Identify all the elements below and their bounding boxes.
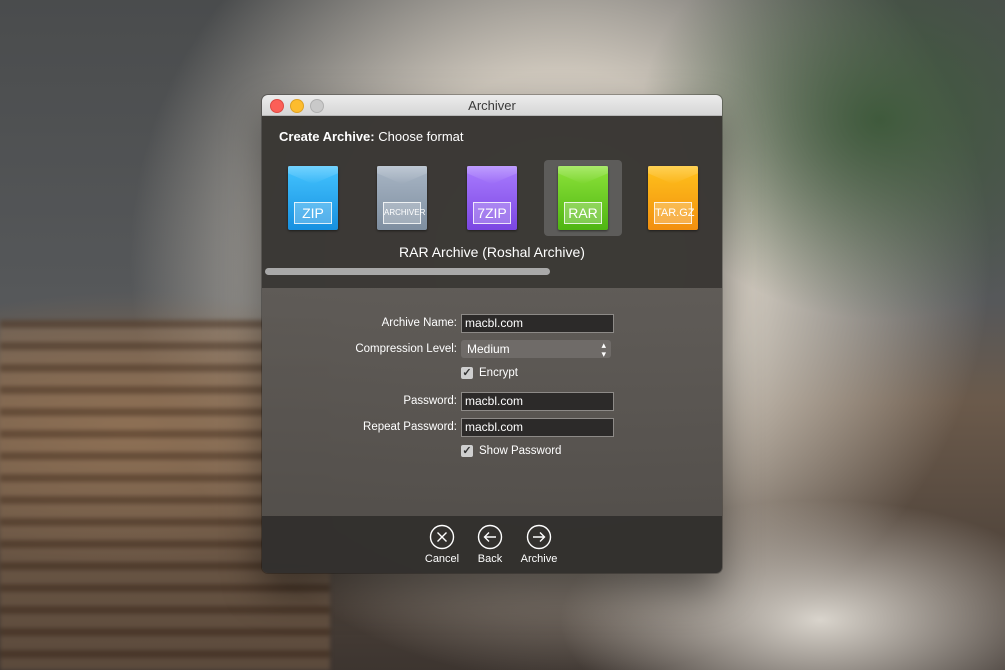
- format-label: ZIP: [294, 202, 332, 224]
- format-label: RAR: [564, 202, 602, 224]
- show-password-label[interactable]: Show Password: [479, 445, 561, 457]
- encrypt-checkbox[interactable]: ✓: [461, 367, 473, 379]
- format-rar[interactable]: RAR: [544, 160, 622, 236]
- action-bar: Cancel Back Archive: [262, 516, 722, 573]
- compression-label: Compression Level:: [355, 343, 457, 355]
- compression-select[interactable]: Medium ▴ ▾: [461, 340, 611, 359]
- compression-row: Compression Level: Medium ▴ ▾: [262, 340, 722, 360]
- cancel-label: Cancel: [424, 553, 460, 565]
- repeat-password-row: Repeat Password: macbl.com: [262, 418, 722, 438]
- format-label: ARCHIVER: [383, 202, 425, 224]
- rar-file-icon: RAR: [558, 166, 608, 230]
- format-list: ZIP ARCHIVER 7ZIP RAR TAR.GZ: [262, 158, 722, 238]
- password-field[interactable]: macbl.com: [461, 392, 614, 411]
- title-bar[interactable]: Archiver: [262, 95, 722, 116]
- window-title: Archiver: [468, 98, 516, 113]
- encrypt-label[interactable]: Encrypt: [479, 367, 518, 379]
- format-scrollbar[interactable]: [265, 268, 550, 275]
- heading-rest: Choose format: [374, 129, 464, 144]
- back-label: Back: [477, 553, 503, 565]
- format-panel: Create Archive: Choose format ZIP ARCHIV…: [262, 116, 722, 288]
- archive-options-form: Archive Name: macbl.com Compression Leve…: [262, 288, 722, 516]
- show-password-row: ✓ Show Password: [262, 444, 722, 464]
- format-archiver[interactable]: ARCHIVER: [363, 160, 441, 236]
- heading-bold: Create Archive:: [279, 129, 375, 144]
- format-targz[interactable]: TAR.GZ: [634, 160, 712, 236]
- password-row: Password: macbl.com: [262, 392, 722, 412]
- back-arrow-circle-icon: [477, 524, 503, 550]
- archive-label: Archive: [520, 553, 558, 565]
- cancel-circle-icon: [429, 524, 455, 550]
- compression-value: Medium: [467, 342, 510, 356]
- format-label: TAR.GZ: [654, 202, 695, 224]
- panel-heading: Create Archive: Choose format: [279, 129, 464, 144]
- format-label: 7ZIP: [473, 202, 511, 224]
- archiver-file-icon: ARCHIVER: [377, 166, 427, 230]
- format-zip[interactable]: ZIP: [274, 160, 352, 236]
- show-password-checkbox[interactable]: ✓: [461, 445, 473, 457]
- 7zip-file-icon: 7ZIP: [467, 166, 517, 230]
- chevron-updown-icon: ▴ ▾: [601, 340, 606, 359]
- selected-format-name: RAR Archive (Roshal Archive): [399, 244, 585, 260]
- archive-name-row: Archive Name: macbl.com: [262, 314, 722, 334]
- format-7zip[interactable]: 7ZIP: [453, 160, 531, 236]
- archiver-window: Archiver Create Archive: Choose format Z…: [262, 95, 722, 573]
- archive-name-label: Archive Name:: [381, 317, 457, 329]
- password-label: Password:: [403, 395, 457, 407]
- archive-button[interactable]: Archive: [509, 524, 569, 565]
- targz-file-icon: TAR.GZ: [648, 166, 698, 230]
- zip-file-icon: ZIP: [288, 166, 338, 230]
- encrypt-row: ✓ Encrypt: [262, 366, 722, 386]
- repeat-password-field[interactable]: macbl.com: [461, 418, 614, 437]
- repeat-password-label: Repeat Password:: [363, 421, 457, 433]
- forward-arrow-circle-icon: [526, 524, 552, 550]
- archive-name-field[interactable]: macbl.com: [461, 314, 614, 333]
